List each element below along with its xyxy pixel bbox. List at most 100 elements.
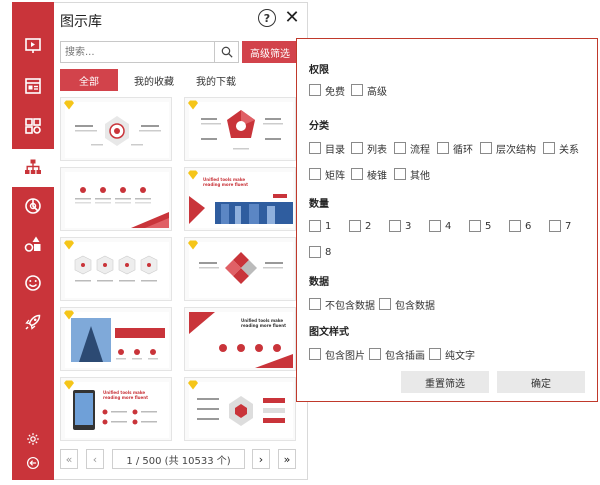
checkbox-box[interactable] (549, 220, 561, 232)
checkbox-box[interactable] (389, 220, 401, 232)
premium-badge-icon (188, 100, 198, 110)
checkbox-box[interactable] (351, 142, 363, 154)
rail-item-org-chart[interactable] (12, 149, 54, 187)
org-chart-icon (24, 158, 42, 179)
thumbnail-item[interactable] (60, 237, 172, 301)
tab-downloads[interactable]: 我的下载 (186, 69, 246, 91)
checkbox-box[interactable] (309, 348, 321, 360)
checkbox-text-only[interactable]: 纯文字 (429, 347, 475, 362)
checkbox-box[interactable] (309, 142, 321, 154)
checkbox-box[interactable] (437, 142, 449, 154)
checkbox-box[interactable] (351, 168, 363, 180)
thumbnail-item[interactable]: Unified tools make reading more fluent (60, 377, 172, 441)
checkbox-category-catalog[interactable]: 目录 (309, 141, 345, 156)
prev-page-button[interactable]: ‹ (86, 449, 104, 469)
checkbox-quantity-5[interactable]: 5 (469, 219, 491, 233)
checkbox-quantity-1[interactable]: 1 (309, 219, 331, 233)
checkbox-category-cycle[interactable]: 循环 (437, 141, 473, 156)
checkbox-box[interactable] (369, 348, 381, 360)
thumbnail-item[interactable] (60, 307, 172, 371)
checkbox-box[interactable] (543, 142, 555, 154)
filter-section-data-label: 数据 (309, 277, 329, 288)
checkbox-category-relation[interactable]: 关系 (543, 141, 579, 156)
checkbox-quantity-6[interactable]: 6 (509, 219, 531, 233)
checkbox-with-data[interactable]: 包含数据 (379, 297, 435, 312)
checkbox-box[interactable] (429, 220, 441, 232)
search-button[interactable] (214, 42, 238, 62)
checkbox-box[interactable] (309, 246, 321, 258)
app-root: 图示库 ? ✕ 高级筛选 全部 我的收藏 我的下载 (0, 0, 600, 485)
rail-item-rocket[interactable] (12, 304, 54, 342)
grid-icon (24, 117, 42, 138)
presentation-icon (24, 37, 42, 58)
filter-section-quantity-label: 数量 (309, 199, 329, 210)
checkbox-box[interactable] (309, 84, 321, 96)
thumbnail-item[interactable] (60, 167, 172, 231)
confirm-button[interactable]: 确定 (497, 371, 585, 393)
checkbox-with-illustration[interactable]: 包含插画 (369, 347, 425, 362)
checkbox-premium[interactable]: 高级 (351, 83, 387, 98)
thumbnail-item[interactable] (184, 377, 296, 441)
rail-item-smile[interactable] (12, 265, 54, 303)
checkbox-free[interactable]: 免费 (309, 83, 345, 98)
promo-text: Unified tools make reading more fluent (241, 318, 287, 328)
thumbnail-item[interactable] (184, 237, 296, 301)
reset-filter-button[interactable]: 重置筛选 (401, 371, 489, 393)
checkbox-with-image[interactable]: 包含图片 (309, 347, 365, 362)
checkbox-box[interactable] (309, 168, 321, 180)
checkbox-no-data[interactable]: 不包含数据 (309, 297, 375, 312)
checkbox-box[interactable] (394, 142, 406, 154)
first-page-button[interactable]: « (60, 449, 78, 469)
tab-favorites[interactable]: 我的收藏 (124, 69, 184, 91)
thumbnail-item[interactable] (184, 97, 296, 161)
premium-badge-icon (188, 380, 198, 390)
tab-all[interactable]: 全部 (60, 69, 118, 91)
checkbox-box[interactable] (509, 220, 521, 232)
checkbox-box[interactable] (469, 220, 481, 232)
checkbox-category-other[interactable]: 其他 (394, 167, 430, 182)
thumbnail-preview (189, 102, 293, 158)
checkbox-box[interactable] (309, 298, 321, 310)
checkbox-category-process[interactable]: 流程 (394, 141, 430, 156)
premium-badge-icon (64, 240, 74, 250)
rail-item-pie-chart[interactable] (12, 188, 54, 226)
checkbox-box[interactable] (480, 142, 492, 154)
advanced-filter-button[interactable]: 高级筛选 (242, 41, 298, 63)
checkbox-category-list[interactable]: 列表 (351, 141, 387, 156)
layout-icon (24, 77, 42, 98)
next-page-button[interactable]: › (252, 449, 270, 469)
checkbox-quantity-3[interactable]: 3 (389, 219, 411, 233)
help-button[interactable]: ? (258, 9, 276, 27)
rail-back[interactable] (12, 454, 54, 474)
checkbox-box[interactable] (429, 348, 441, 360)
checkbox-box[interactable] (309, 220, 321, 232)
rail-item-shapes[interactable] (12, 226, 54, 264)
checkbox-category-matrix[interactable]: 矩阵 (309, 167, 345, 182)
rail-settings[interactable] (12, 430, 54, 450)
checkbox-category-pyramid[interactable]: 棱锥 (351, 167, 387, 182)
filter-section-permission-label: 权限 (309, 65, 329, 76)
checkbox-quantity-2[interactable]: 2 (349, 219, 371, 233)
rail-item-grid[interactable] (12, 108, 54, 146)
last-page-button[interactable]: » (278, 449, 296, 469)
rail-item-presentation[interactable] (12, 28, 54, 66)
close-button[interactable]: ✕ (283, 7, 301, 28)
checkbox-box[interactable] (394, 168, 406, 180)
checkbox-box[interactable] (379, 298, 391, 310)
checkbox-quantity-7[interactable]: 7 (549, 219, 571, 233)
checkbox-box[interactable] (351, 84, 363, 96)
thumbnail-item[interactable]: Unified tools make reading more fluent (184, 167, 296, 231)
advanced-filter-panel: 权限 免费 高级 分类 目录 列表 流程 循环 层次结构 关系 矩阵 棱锥 其他… (296, 38, 598, 402)
checkbox-box[interactable] (349, 220, 361, 232)
panel-title: 图示库 (60, 14, 102, 30)
search-input[interactable] (61, 42, 215, 62)
checkbox-quantity-4[interactable]: 4 (429, 219, 451, 233)
promo-text: Unified tools make reading more fluent (103, 390, 149, 400)
pie-chart-icon (24, 197, 42, 218)
checkbox-quantity-8[interactable]: 8 (309, 245, 331, 259)
thumbnail-item[interactable] (60, 97, 172, 161)
side-rail (12, 2, 54, 480)
checkbox-category-hierarchy[interactable]: 层次结构 (480, 141, 536, 156)
rail-item-layout[interactable] (12, 68, 54, 106)
thumbnail-item[interactable]: Unified tools make reading more fluent (184, 307, 296, 371)
